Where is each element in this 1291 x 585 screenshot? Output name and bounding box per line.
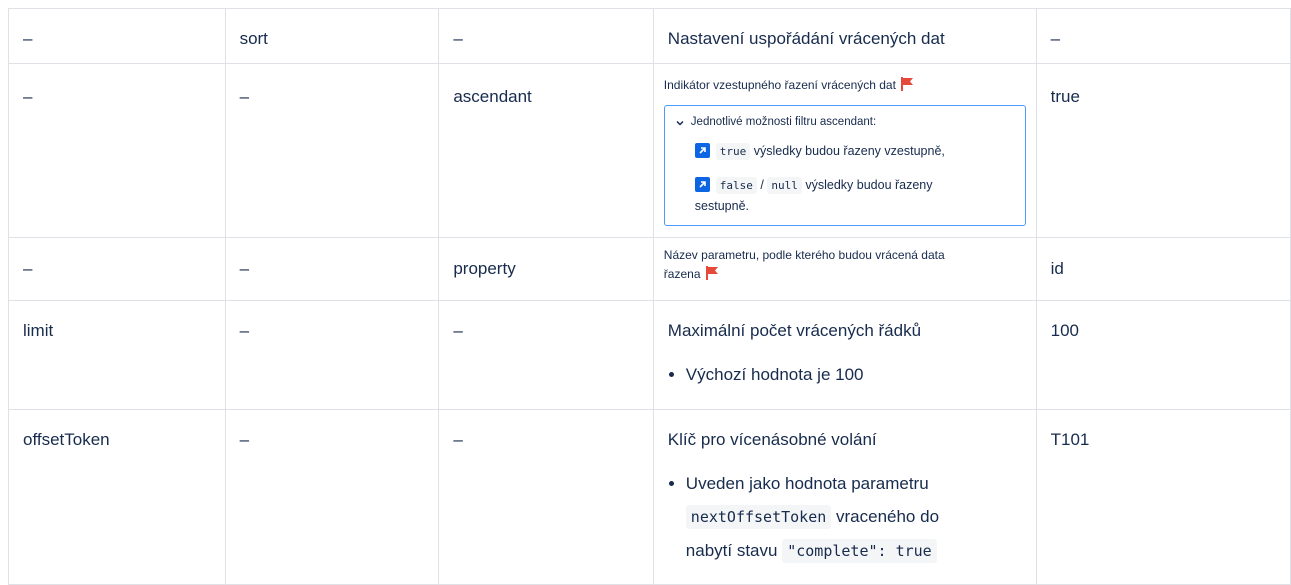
description-text: Název parametru, podle kterého budou vrá… bbox=[663, 248, 945, 282]
external-link-icon[interactable] bbox=[694, 176, 710, 192]
cell-level1: – bbox=[8, 63, 226, 238]
description-text: Indikátor vzestupného řazení vrácených d… bbox=[664, 76, 1026, 95]
cell-level3: – bbox=[438, 300, 654, 410]
cell-level2: – bbox=[224, 237, 440, 301]
cell-example: T101 bbox=[1035, 409, 1291, 585]
cell-description: Klíč pro vícenásobné volání Uveden jako … bbox=[652, 409, 1037, 585]
cell-example: – bbox=[1035, 8, 1291, 64]
table-row: – sort – Nastavení uspořádání vrácených … bbox=[8, 8, 1291, 64]
parameters-table-wrapper: – sort – Nastavení uspořádání vrácených … bbox=[8, 8, 1291, 585]
cell-example: 100 bbox=[1035, 300, 1291, 410]
cell-level1: limit bbox=[8, 300, 226, 410]
cell-example: true bbox=[1035, 63, 1291, 238]
list-item: true výsledky budou řazeny vzestupně, bbox=[675, 140, 1015, 164]
table-row: – – ascendant Indikátor vzestupného řaze… bbox=[8, 63, 1291, 238]
list-item: Uveden jako hodnota parametru nextOffset… bbox=[685, 467, 1022, 566]
bullet-list: Výchozí hodnota je 100 bbox=[668, 358, 1022, 391]
external-link-icon[interactable] bbox=[694, 143, 710, 158]
table-row: limit – – Maximální počet vrácených řádk… bbox=[8, 300, 1291, 410]
cell-level3: – bbox=[438, 409, 654, 585]
flag-icon bbox=[705, 266, 718, 281]
bullet-list: Uveden jako hodnota parametru nextOffset… bbox=[668, 467, 1022, 566]
parameters-table: – sort – Nastavení uspořádání vrácených … bbox=[8, 8, 1291, 585]
cell-level1: – bbox=[8, 237, 226, 301]
cell-description: Nastavení uspořádání vrácených dat bbox=[652, 8, 1037, 64]
cell-description: Indikátor vzestupného řazení vrácených d… bbox=[652, 63, 1037, 238]
expand-header[interactable]: Jednotlivé možnosti filtru ascendant: bbox=[675, 114, 1015, 132]
cell-description: Maximální počet vrácených řádků Výchozí … bbox=[652, 300, 1037, 410]
cell-level2: – bbox=[224, 409, 440, 585]
cell-description: Název parametru, podle kterého budou vrá… bbox=[652, 237, 1037, 301]
cell-example: id bbox=[1035, 237, 1291, 301]
list-item: Výchozí hodnota je 100 bbox=[686, 358, 1022, 391]
chevron-down-icon[interactable] bbox=[675, 118, 685, 128]
list-item: false / null výsledky budou řazeny sestu… bbox=[675, 174, 1015, 215]
cell-level2: – bbox=[224, 63, 440, 238]
cell-level3: – bbox=[438, 8, 654, 64]
cell-level2: – bbox=[224, 300, 440, 410]
table-row: offsetToken – – Klíč pro vícenásobné vol… bbox=[8, 409, 1291, 585]
list-item-continuation: sestupně. bbox=[694, 198, 750, 213]
cell-level3: ascendant bbox=[438, 63, 654, 238]
table-row: – – property Název parametru, podle kter… bbox=[8, 237, 1291, 301]
expand-panel[interactable]: Jednotlivé možnosti filtru ascendant: tr… bbox=[663, 105, 1026, 226]
cell-level1: offsetToken bbox=[8, 409, 226, 585]
cell-level1: – bbox=[8, 8, 226, 64]
flag-icon bbox=[901, 77, 914, 91]
cell-level3: property bbox=[438, 237, 654, 301]
cell-level2: sort bbox=[224, 8, 440, 64]
